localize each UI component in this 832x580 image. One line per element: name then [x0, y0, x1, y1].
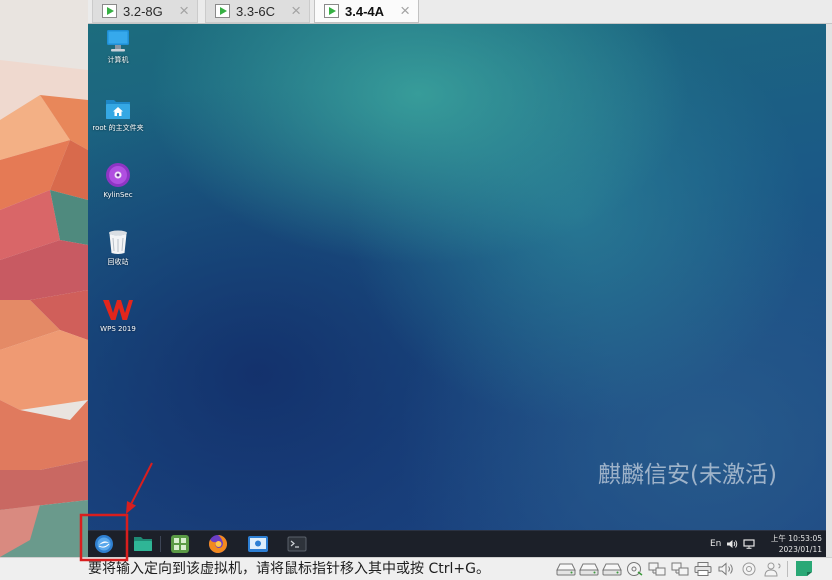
file-manager-icon — [134, 537, 152, 551]
guest-taskbar: En 上午 10:53:05 2023/01/11 — [88, 530, 826, 557]
start-menu-button[interactable] — [93, 534, 115, 554]
tab-vm-3-3-6c[interactable]: 3.3-6C × — [205, 0, 310, 23]
disc-icon — [88, 162, 148, 188]
taskbar-file-manager[interactable] — [132, 534, 154, 554]
taskbar-terminal[interactable] — [286, 534, 308, 554]
activation-watermark: 麒麟信安(未激活) — [598, 462, 777, 488]
desktop-icon-trash[interactable]: 回收站 — [88, 229, 148, 271]
vm-tab-bar: 3.2-8G × 3.3-6C × 3.4-4A × — [88, 0, 832, 24]
terminal-icon — [287, 536, 307, 552]
network-adapter-icon[interactable] — [647, 561, 669, 577]
wps-icon — [88, 296, 148, 322]
sound-card-icon[interactable] — [716, 561, 738, 577]
vm-desktop[interactable]: 计算机 root 的主文件夹 KylinSec 回收站 WPS 2019 麒麟信… — [88, 24, 826, 557]
tab-close-button[interactable]: × — [400, 1, 410, 21]
control-center-icon — [248, 536, 268, 552]
desktop-icon-label: root 的主文件夹 — [92, 124, 144, 132]
firefox-icon — [208, 535, 227, 553]
taskbar-separator — [160, 536, 161, 552]
tab-close-button[interactable]: × — [291, 1, 301, 21]
desktop-icon-label: 回收站 — [107, 258, 129, 266]
home-folder-icon — [88, 95, 148, 121]
desktop-icon-label: 计算机 — [107, 56, 129, 64]
app-center-icon — [171, 535, 189, 553]
tab-label: 3.2-8G — [123, 4, 163, 19]
vmware-status-bar: 要将输入定向到该虚拟机，请将鼠标指针移入其中或按 Ctrl+G。 — [0, 557, 832, 580]
message-log-icon[interactable] — [795, 560, 813, 577]
vm-powered-on-icon — [215, 4, 230, 18]
vm-powered-on-icon — [102, 4, 117, 18]
vm-frame-edge — [826, 24, 832, 557]
trash-icon — [88, 229, 148, 255]
vm-powered-on-icon — [324, 4, 339, 18]
printer-icon[interactable] — [693, 561, 715, 577]
desktop-icon-wps[interactable]: WPS 2019 — [88, 296, 148, 338]
network-adapter-icon[interactable] — [670, 561, 692, 577]
tab-vm-3-2-8g[interactable]: 3.2-8G × — [92, 0, 198, 23]
camera-icon[interactable] — [739, 561, 761, 577]
desktop-icon-label: KylinSec — [103, 191, 133, 199]
tab-label: 3.3-6C — [236, 4, 276, 19]
hard-disk-icon[interactable] — [578, 561, 600, 577]
host-desktop-wallpaper — [0, 0, 88, 557]
start-menu-icon — [95, 535, 113, 553]
taskbar-firefox[interactable] — [207, 534, 229, 554]
taskbar-control-center[interactable] — [247, 534, 269, 554]
clock-date: 2023/01/11 — [778, 545, 822, 554]
tray-clock[interactable]: 上午 10:53:05 2023/01/11 — [771, 533, 822, 555]
tab-close-button[interactable]: × — [179, 1, 189, 21]
taskbar-app-center[interactable] — [169, 534, 191, 554]
hard-disk-icon[interactable] — [601, 561, 623, 577]
desktop-icon-kylinsec[interactable]: KylinSec — [88, 162, 148, 204]
computer-icon — [88, 27, 148, 53]
cd-dvd-icon[interactable] — [624, 561, 646, 577]
hard-disk-icon[interactable] — [555, 561, 577, 577]
tab-vm-3-4-4a[interactable]: 3.4-4A × — [314, 0, 419, 23]
input-hint-message: 要将输入定向到该虚拟机，请将鼠标指针移入其中或按 Ctrl+G。 — [88, 561, 490, 577]
tab-label: 3.4-4A — [345, 4, 385, 19]
status-bar-separator — [787, 561, 788, 577]
desktop-icon-home-folder[interactable]: root 的主文件夹 — [88, 95, 148, 137]
clock-time: 上午 10:53:05 — [770, 534, 822, 543]
display-icon[interactable] — [743, 539, 755, 549]
volume-icon[interactable] — [726, 539, 738, 549]
desktop-icon-label: WPS 2019 — [100, 325, 136, 333]
user-icon[interactable] — [762, 561, 784, 577]
desktop-icon-computer[interactable]: 计算机 — [88, 27, 148, 69]
input-method-indicator[interactable]: En — [710, 538, 721, 550]
